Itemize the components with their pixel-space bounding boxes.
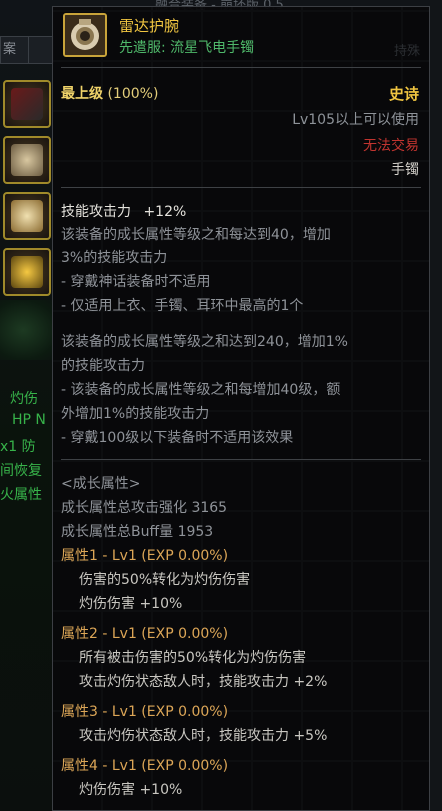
background-tab-hidden: 持殊	[393, 44, 420, 59]
background-tab[interactable]	[28, 36, 54, 64]
equipment-slot[interactable]	[3, 192, 51, 240]
background-stat-text: 间恢复	[0, 463, 42, 479]
skill-attack-stat: 技能攻击力 +12%	[61, 201, 186, 221]
background-stat-text: x1 防	[0, 439, 36, 455]
rarity-label: 史诗	[388, 85, 419, 103]
description-line: - 该装备的成长属性等级之和每增加40级，额	[61, 382, 341, 398]
attribute-line: 灼伤伤害 +10%	[79, 596, 183, 612]
item-tooltip: 雷达护腕 先遣服: 流星飞电手镯 最上级 (100%) 史诗 Lv105以上可以…	[52, 6, 430, 811]
description-line: 该装备的成长属性等级之和达到240，增加1%	[61, 334, 348, 350]
description-line: 的技能攻击力	[61, 358, 145, 374]
level-requirement: Lv105以上可以使用	[292, 112, 419, 128]
grade-label: 最上级 (100%)	[61, 83, 158, 103]
item-name: 雷达护腕	[119, 17, 180, 35]
description-line: 3%的技能攻击力	[61, 250, 168, 266]
attribute-title: 属性2 - Lv1 (EXP 0.00%)	[61, 626, 229, 642]
attribute-title: 属性1 - Lv1 (EXP 0.00%)	[61, 548, 229, 564]
divider	[61, 187, 421, 188]
background-scenery	[0, 300, 58, 360]
background-stat-text: 火属性	[0, 487, 42, 503]
description-line: 外增加1%的技能攻击力	[61, 406, 210, 422]
growth-header: <成长属性>	[61, 476, 141, 492]
background-tab[interactable]: 案	[0, 36, 30, 64]
description-line: - 穿戴神话装备时不适用	[61, 274, 211, 290]
item-set-name: 先遣服: 流星飞电手镯	[119, 40, 255, 56]
attribute-line: 攻击灼伤状态敌人时，技能攻击力 +2%	[79, 674, 328, 690]
attribute-line: 攻击灼伤状态敌人时，技能攻击力 +5%	[79, 728, 328, 744]
description-line: 该装备的成长属性等级之和每达到40，增加	[61, 227, 331, 243]
equipment-slot[interactable]	[3, 136, 51, 184]
grade-value: (100%)	[107, 86, 159, 102]
equipment-slot[interactable]	[3, 248, 51, 296]
attribute-line: 伤害的50%转化为灼伤伤害	[79, 572, 251, 588]
bracelet-icon-graphic	[65, 15, 105, 55]
attribute-title: 属性3 - Lv1 (EXP 0.00%)	[61, 704, 229, 720]
attribute-line: 所有被击伤害的50%转化为灼伤伤害	[79, 650, 307, 666]
growth-total-attack: 成长属性总攻击强化 3165	[61, 500, 228, 516]
background-right-edge	[430, 0, 442, 811]
gem-icon	[11, 256, 43, 288]
goggles-icon	[11, 200, 43, 232]
skill-attack-label: 技能攻击力	[61, 204, 131, 220]
description-line: - 仅适用上衣、手镯、耳环中最高的1个	[61, 298, 304, 314]
trade-restriction: 无法交易	[363, 138, 419, 154]
weapon-icon	[11, 88, 43, 120]
grade-name: 最上级	[61, 86, 103, 102]
bracelet-icon	[11, 144, 43, 176]
divider	[61, 67, 421, 68]
bracelet-icon	[63, 13, 107, 57]
divider	[61, 459, 421, 460]
background-tab-label: 案	[3, 42, 17, 57]
description-line: - 穿戴100级以下装备时不适用该效果	[61, 430, 294, 446]
skill-attack-value: +12%	[143, 204, 187, 220]
slot-type: 手镯	[391, 162, 419, 178]
equipment-slot[interactable]	[3, 80, 51, 128]
attribute-line: 灼伤伤害 +10%	[79, 782, 183, 798]
attribute-title: 属性4 - Lv1 (EXP 0.00%)	[61, 758, 229, 774]
growth-total-buff: 成长属性总Buff量 1953	[61, 524, 214, 540]
